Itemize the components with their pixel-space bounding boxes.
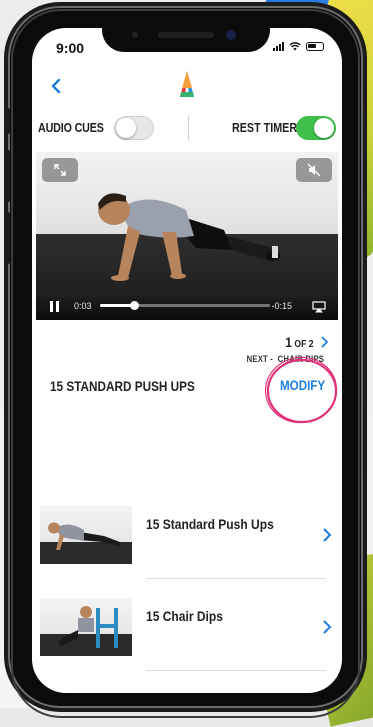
airplay-icon[interactable] — [312, 301, 326, 313]
controls-row: AUDIO CUES REST TIMER — [32, 114, 342, 144]
exercise-counter[interactable]: 1 OF 2 — [283, 334, 328, 350]
exercise-video[interactable]: 0:03 -0:15 — [36, 152, 338, 320]
audio-cues-toggle[interactable] — [114, 116, 154, 140]
push-up-thumbnail-image — [48, 522, 120, 550]
divider — [146, 578, 326, 579]
expand-button[interactable] — [42, 158, 78, 182]
list-item-name: 15 Standard Push Ups — [146, 516, 274, 532]
video-scrubber[interactable] — [100, 301, 270, 310]
list-item[interactable]: 15 Standard Push Ups — [32, 506, 342, 596]
speaker-muted-icon — [307, 163, 321, 177]
mute-button[interactable] — [296, 158, 332, 182]
audio-cues-label: AUDIO CUES — [38, 121, 104, 135]
app-screen: 9:00 AUDIO CUES REST TIMER 0:03 -0:15 1 … — [32, 28, 342, 693]
status-icons — [273, 41, 324, 51]
exercise-thumbnail-pushup — [40, 506, 132, 564]
pause-button[interactable] — [50, 301, 60, 312]
exercise-thumbnail-dips — [40, 598, 132, 656]
toggle-knob — [314, 118, 334, 138]
signal-icon — [273, 41, 284, 51]
chevron-right-icon — [321, 336, 328, 348]
chevron-right-icon — [323, 620, 332, 634]
list-item[interactable]: 15 Chair Dips — [32, 598, 342, 688]
status-time: 9:00 — [56, 40, 85, 56]
divider — [146, 670, 326, 671]
rest-timer-label: REST TIMER — [232, 121, 298, 135]
rest-timer-toggle[interactable] — [296, 116, 336, 140]
phone-side-button — [6, 212, 10, 264]
scrubber-progress — [100, 304, 134, 307]
list-item-name: 15 Chair Dips — [146, 608, 223, 624]
expand-icon — [54, 164, 66, 176]
video-remaining-time: -0:15 — [271, 301, 292, 311]
annotation-circle — [264, 356, 338, 424]
toggle-knob — [116, 118, 136, 138]
phone-side-button — [6, 108, 10, 134]
phone-notch — [102, 22, 270, 52]
exercise-title: 15 STANDARD PUSH UPS — [50, 378, 195, 394]
sensor — [132, 32, 138, 38]
chair-dip-thumbnail-image — [58, 606, 118, 648]
chevron-left-icon — [51, 78, 61, 94]
scrubber-thumb[interactable] — [130, 301, 139, 310]
speaker — [158, 32, 214, 38]
battery-icon — [306, 41, 324, 51]
divider — [188, 116, 189, 140]
phone-side-button — [6, 150, 10, 202]
video-elapsed-time: 0:03 — [74, 301, 92, 311]
chevron-right-icon — [323, 528, 332, 542]
app-logo-icon — [180, 71, 194, 97]
back-button[interactable] — [46, 74, 66, 98]
exercise-counter-text: 1 OF 2 — [285, 334, 314, 350]
front-camera — [226, 30, 236, 40]
wifi-icon — [289, 42, 301, 51]
